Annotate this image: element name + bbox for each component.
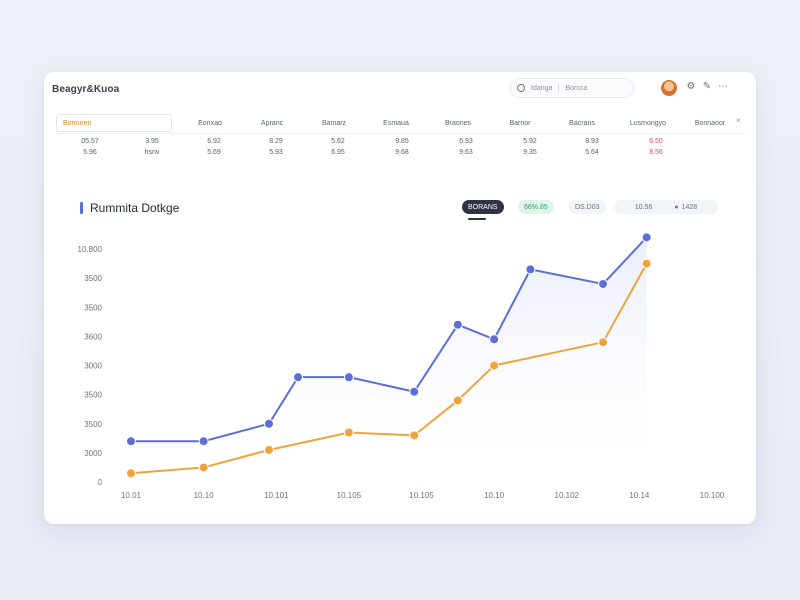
y-tick-label: 3500	[84, 391, 102, 400]
x-tick-label: 10.10	[194, 491, 215, 500]
y-tick-label: 3500	[84, 274, 102, 283]
y-tick-label: 0	[98, 478, 103, 487]
y-tick-label: 3000	[84, 449, 102, 458]
y-axis: 10.800 3500 3500 3600 3000 3500 3500 3000 0	[78, 245, 103, 487]
series-2-point	[598, 337, 609, 348]
series-1-point	[452, 319, 463, 330]
y-tick-label: 10.800	[78, 245, 103, 254]
series-2-point	[263, 444, 274, 455]
x-tick-label: 10.102	[555, 491, 580, 500]
x-tick-label: 10.100	[700, 491, 725, 500]
series-2-point	[489, 360, 500, 371]
x-tick-label: 10.10	[484, 491, 505, 500]
series-2-point	[452, 395, 463, 406]
series-2-point	[126, 468, 136, 479]
x-axis: 10.01 10.10 10.101 10.105 10.105 10.10 10.102 1…	[121, 491, 725, 500]
x-tick-label: 10.105	[337, 491, 362, 500]
series-1-point	[525, 264, 536, 275]
y-tick-label: 3500	[84, 303, 102, 312]
x-tick-label: 10.14	[629, 491, 650, 500]
y-tick-label: 3600	[84, 332, 102, 341]
x-tick-label: 10.105	[409, 491, 434, 500]
x-tick-label: 10.101	[264, 491, 289, 500]
y-tick-label: 3000	[84, 362, 102, 371]
series-2-point	[198, 462, 209, 473]
series-2-point	[409, 430, 420, 441]
series-1-point	[343, 372, 354, 383]
series-1-point	[126, 436, 136, 447]
area-fill	[131, 237, 647, 482]
series-1-point	[598, 278, 609, 289]
series-1-point	[293, 372, 304, 383]
series-2-point	[343, 427, 354, 438]
y-tick-label: 3500	[84, 420, 102, 429]
series-1-point	[409, 386, 420, 397]
series-1-point	[263, 418, 274, 429]
series-2-point	[641, 258, 652, 269]
series-1-point	[198, 436, 209, 447]
x-tick-label: 10.01	[121, 491, 142, 500]
line-chart: 10.800 3500 3500 3600 3000 3500 3500 3000 0 10.0…	[78, 232, 725, 500]
series-1-point	[641, 232, 652, 243]
area-path	[131, 237, 647, 482]
series-1-point	[489, 334, 500, 345]
dashboard-card: Beagyr&Kuoa Idanga Borcca ⚙ ✎ ⋯ Bomuren …	[44, 72, 756, 524]
